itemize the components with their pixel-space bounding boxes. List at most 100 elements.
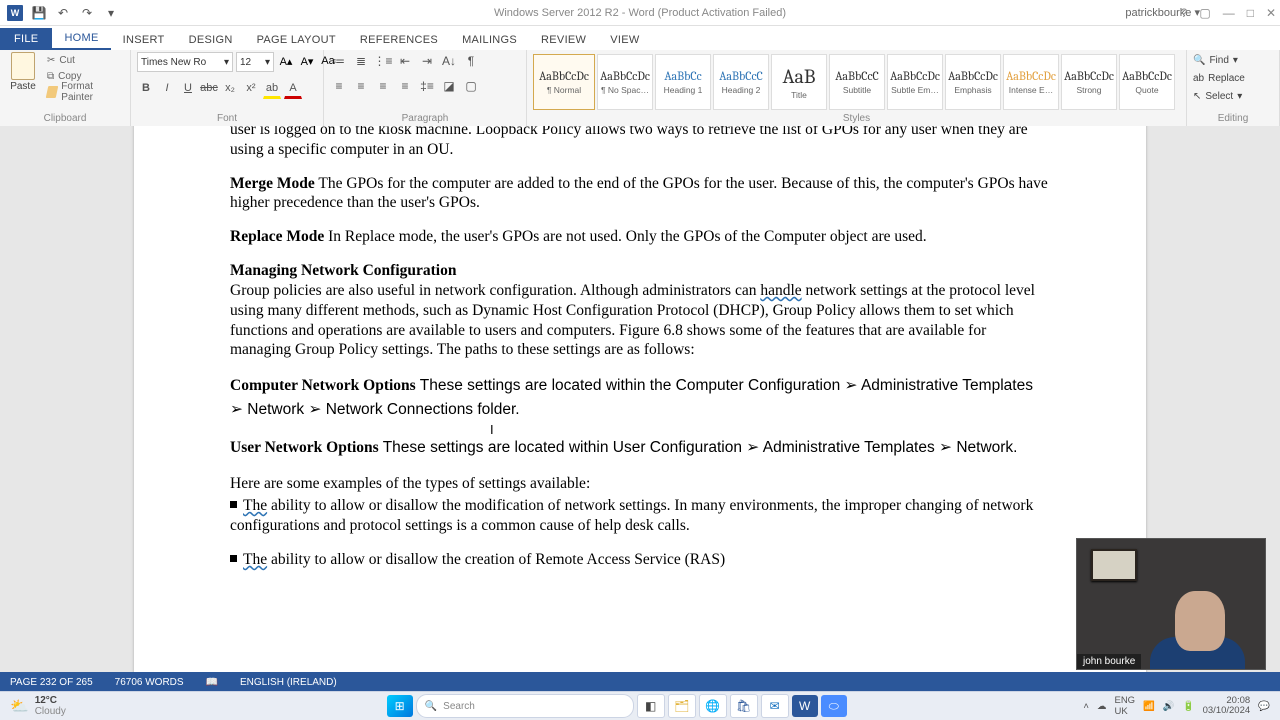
word-taskbar-icon[interactable]: W xyxy=(792,695,818,717)
clock[interactable]: 20:0803/10/2024 xyxy=(1203,696,1251,717)
task-view-icon[interactable]: ◧ xyxy=(637,694,665,718)
close-icon[interactable]: ✕ xyxy=(1266,6,1276,20)
style-subtitle[interactable]: AaBbCcCSubtitle xyxy=(829,54,885,110)
format-painter-button[interactable]: Format Painter xyxy=(44,84,118,100)
style-heading-2[interactable]: AaBbCcCHeading 2 xyxy=(713,54,769,110)
style-heading-1[interactable]: AaBbCcHeading 1 xyxy=(655,54,711,110)
style-emphasis[interactable]: AaBbCcDcEmphasis xyxy=(945,54,1001,110)
tab-file[interactable]: FILE xyxy=(0,28,52,50)
italic-button[interactable]: I xyxy=(158,79,176,97)
input-indicator[interactable]: ENGUK xyxy=(1114,695,1135,717)
group-label-editing: Editing xyxy=(1193,113,1273,126)
style-title[interactable]: AaBTitle xyxy=(771,54,827,110)
wifi-icon[interactable]: 📶 xyxy=(1143,701,1155,712)
superscript-button[interactable]: x² xyxy=(242,79,260,97)
tab-review[interactable]: REVIEW xyxy=(529,30,598,50)
highlight-button[interactable]: ab xyxy=(263,79,281,99)
search-icon: 🔍 xyxy=(425,701,437,712)
spelling-flag: The xyxy=(243,497,267,514)
paragraph: User Network Options These settings are … xyxy=(230,436,1050,460)
qat-customize-icon[interactable]: ▾ xyxy=(100,2,122,24)
font-size-select[interactable]: 12▾ xyxy=(236,52,274,72)
underline-button[interactable]: U xyxy=(179,79,197,97)
show-marks-button[interactable]: ¶ xyxy=(462,52,480,70)
align-right-button[interactable]: ≡ xyxy=(374,77,392,95)
increase-indent-button[interactable]: ⇥ xyxy=(418,52,436,70)
word-count[interactable]: 76706 WORDS xyxy=(115,677,184,688)
paste-button[interactable]: Paste xyxy=(6,52,40,92)
paragraph: Group policies are also useful in networ… xyxy=(230,281,1050,360)
list-item: The ability to allow or disallow the mod… xyxy=(230,496,1050,536)
style-intense-e-[interactable]: AaBbCcDcIntense E… xyxy=(1003,54,1059,110)
select-button[interactable]: ↖Select▾ xyxy=(1193,88,1242,105)
participant-name: john bourke xyxy=(1077,654,1141,669)
redo-icon[interactable]: ↷ xyxy=(76,2,98,24)
zoom-taskbar-icon[interactable]: ⬭ xyxy=(821,695,847,717)
multilevel-button[interactable]: ⋮≡ xyxy=(374,52,392,70)
notifications-icon[interactable]: 💬 xyxy=(1258,701,1270,712)
word-app-icon[interactable]: W xyxy=(4,2,26,24)
align-center-button[interactable]: ≡ xyxy=(352,77,370,95)
tab-design[interactable]: DESIGN xyxy=(177,30,245,50)
tab-mailings[interactable]: MAILINGS xyxy=(450,30,529,50)
undo-icon[interactable]: ↶ xyxy=(52,2,74,24)
tab-view[interactable]: VIEW xyxy=(598,30,651,50)
shading-button[interactable]: ◪ xyxy=(440,77,458,95)
tab-references[interactable]: REFERENCES xyxy=(348,30,450,50)
battery-icon[interactable]: 🔋 xyxy=(1183,701,1195,712)
increase-font-icon[interactable]: A▴ xyxy=(277,52,295,70)
ribbon-options-icon[interactable]: ▢ xyxy=(1199,6,1210,20)
style-strong[interactable]: AaBbCcDcStrong xyxy=(1061,54,1117,110)
subscript-button[interactable]: x₂ xyxy=(221,79,239,97)
help-icon[interactable]: ? xyxy=(1181,6,1188,20)
borders-button[interactable]: ▢ xyxy=(462,77,480,95)
volume-icon[interactable]: 🔊 xyxy=(1163,701,1175,712)
decrease-indent-button[interactable]: ⇤ xyxy=(396,52,414,70)
minimize-icon[interactable]: — xyxy=(1223,6,1235,20)
tab-home[interactable]: HOME xyxy=(52,28,110,50)
group-paragraph: ≔ ≣ ⋮≡ ⇤ ⇥ A↓ ¶ ≡ ≡ ≡ ≡ ‡≡ ◪ ▢ Paragraph xyxy=(324,50,527,126)
font-name-select[interactable]: Times New Ro▾ xyxy=(137,52,233,72)
style-subtle-em-[interactable]: AaBbCcDcSubtle Em… xyxy=(887,54,943,110)
style--normal[interactable]: AaBbCcDc¶ Normal xyxy=(533,54,595,110)
strikethrough-button[interactable]: abc xyxy=(200,79,218,97)
weather-widget[interactable]: ⛅ 12°C Cloudy xyxy=(0,695,150,717)
search-icon: 🔍 xyxy=(1193,55,1205,66)
decrease-font-icon[interactable]: A▾ xyxy=(298,52,316,70)
bullet-icon xyxy=(230,555,237,562)
bullets-button[interactable]: ≔ xyxy=(330,52,348,70)
start-button[interactable]: ⊞ xyxy=(387,695,413,717)
explorer-icon[interactable]: 🗂 xyxy=(668,694,696,718)
maximize-icon[interactable]: □ xyxy=(1247,6,1254,20)
tab-page-layout[interactable]: PAGE LAYOUT xyxy=(245,30,348,50)
font-color-button[interactable]: A xyxy=(284,79,302,99)
window-title: Windows Server 2012 R2 - Word (Product A… xyxy=(494,7,786,19)
replace-button[interactable]: abReplace xyxy=(1193,70,1245,87)
style-quote[interactable]: AaBbCcDcQuote xyxy=(1119,54,1175,110)
chevron-up-icon[interactable]: ˄ xyxy=(1083,701,1089,712)
align-left-button[interactable]: ≡ xyxy=(330,77,348,95)
page: user is logged on to the kiosk machine. … xyxy=(134,126,1146,672)
cut-button[interactable]: ✂Cut xyxy=(44,52,118,68)
taskbar-search[interactable]: 🔍Search xyxy=(416,694,634,718)
sort-button[interactable]: A↓ xyxy=(440,52,458,70)
line-spacing-button[interactable]: ‡≡ xyxy=(418,77,436,95)
tab-insert[interactable]: INSERT xyxy=(111,30,177,50)
language-indicator[interactable]: ENGLISH (IRELAND) xyxy=(240,677,337,688)
save-icon[interactable]: 💾 xyxy=(28,2,50,24)
page-indicator[interactable]: PAGE 232 OF 265 xyxy=(10,677,93,688)
justify-button[interactable]: ≡ xyxy=(396,77,414,95)
edge-icon[interactable]: 🌐 xyxy=(699,694,727,718)
bold-button[interactable]: B xyxy=(137,79,155,97)
numbering-button[interactable]: ≣ xyxy=(352,52,370,70)
group-font: Times New Ro▾ 12▾ A▴ A▾ Aa B I U abc x₂ … xyxy=(131,50,324,126)
document-content[interactable]: user is logged on to the kiosk machine. … xyxy=(230,126,1050,570)
group-label-styles: Styles xyxy=(533,113,1180,126)
outlook-icon[interactable]: ✉ xyxy=(761,694,789,718)
style--no-spac-[interactable]: AaBbCcDc¶ No Spac… xyxy=(597,54,653,110)
proofing-icon[interactable]: 📖 xyxy=(206,677,218,688)
video-overlay[interactable]: john bourke xyxy=(1076,538,1266,670)
store-icon[interactable]: 🛍 xyxy=(730,694,758,718)
find-button[interactable]: 🔍Find▾ xyxy=(1193,52,1238,69)
onedrive-icon[interactable]: ☁ xyxy=(1097,701,1107,712)
